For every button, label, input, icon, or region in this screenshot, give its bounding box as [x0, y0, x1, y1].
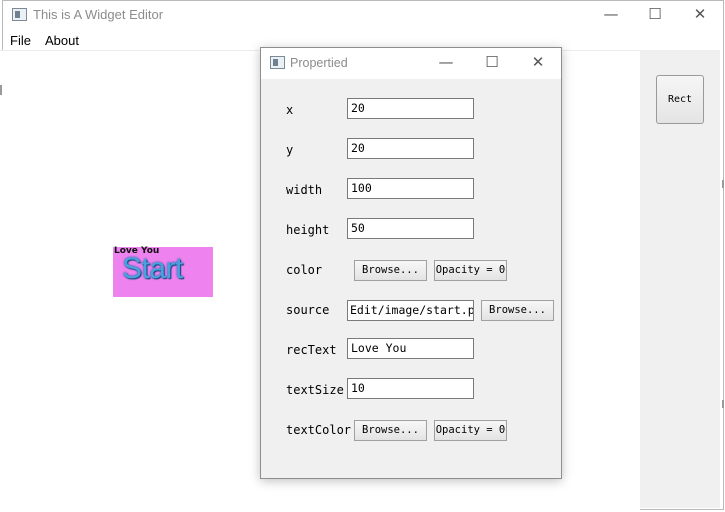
rect-tool-button[interactable]: Rect [656, 75, 704, 124]
label-color: color [286, 263, 323, 277]
x-input[interactable]: 20 [347, 98, 474, 119]
color-browse-button[interactable]: Browse... [354, 260, 427, 281]
color-opacity-button[interactable]: Opacity = 0 [434, 260, 507, 281]
label-width: width [286, 183, 323, 197]
label-height: height [286, 223, 330, 237]
dialog-maximize-button[interactable]: ☐ [480, 52, 504, 72]
menu-about[interactable]: About [45, 33, 79, 48]
main-titlebar[interactable]: This is A Widget Editor — ☐ ✕ [3, 1, 723, 30]
textcolor-opacity-button[interactable]: Opacity = 0 [434, 420, 507, 441]
dialog-titlebar[interactable]: Propertied — ☐ ✕ [261, 48, 561, 79]
close-button[interactable]: ✕ [688, 4, 712, 24]
textsize-input[interactable]: 10 [347, 378, 474, 399]
dialog-icon [270, 56, 285, 69]
menu-file[interactable]: File [10, 33, 31, 48]
label-textsize: textSize [286, 383, 344, 397]
label-textcolor: textColor [286, 423, 352, 437]
right-edge-mark [722, 180, 724, 188]
rectext-input[interactable]: Love You [347, 338, 474, 359]
minimize-button[interactable]: — [599, 4, 623, 24]
label-source: source [286, 303, 330, 317]
label-x: x [286, 103, 294, 117]
dialog-title: Propertied [290, 56, 348, 70]
right-edge-mark-2 [722, 400, 724, 408]
rect-widget-image: Start [122, 252, 183, 285]
window-title: This is A Widget Editor [33, 7, 164, 22]
dialog-close-button[interactable]: ✕ [526, 52, 550, 72]
app-icon [12, 8, 27, 21]
y-input[interactable]: 20 [347, 138, 474, 159]
left-edge-mark [0, 85, 2, 95]
height-input[interactable]: 50 [347, 218, 474, 239]
textcolor-browse-button[interactable]: Browse... [354, 420, 427, 441]
source-browse-button[interactable]: Browse... [481, 300, 554, 321]
properties-dialog: Propertied — ☐ ✕ x 20 y 20 width 100 hei… [260, 47, 562, 479]
maximize-button[interactable]: ☐ [643, 4, 667, 24]
label-rectext: recText [286, 343, 337, 357]
source-input[interactable]: Edit/image/start.png [347, 300, 474, 321]
dialog-minimize-button[interactable]: — [434, 52, 458, 72]
width-input[interactable]: 100 [347, 178, 474, 199]
label-y: y [286, 143, 294, 157]
